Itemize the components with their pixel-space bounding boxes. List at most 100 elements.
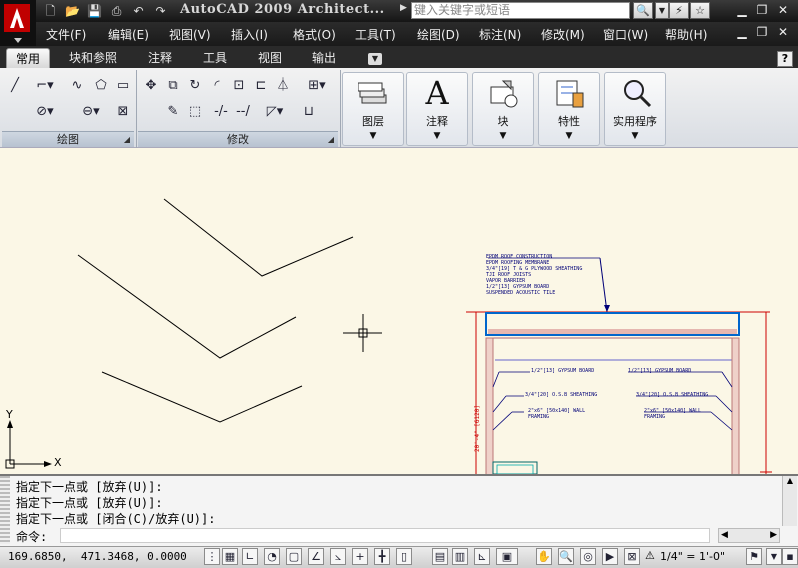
doc-close-icon[interactable]: ✕ bbox=[774, 24, 792, 41]
tab-tools[interactable]: 工具 bbox=[195, 48, 235, 68]
lineweight-icon[interactable]: ╋ bbox=[374, 548, 390, 565]
close-icon[interactable]: ✕ bbox=[774, 2, 792, 19]
tab-blocks-references[interactable]: 块和参照 bbox=[62, 48, 124, 68]
drawn-polyline[interactable] bbox=[163, 198, 354, 277]
command-hscrollbar[interactable]: ◀ ▶ bbox=[718, 528, 780, 543]
polyline-icon[interactable]: ⌐▾ bbox=[28, 76, 62, 96]
grid-display-icon[interactable]: ▦ bbox=[222, 548, 238, 565]
menu-draw[interactable]: 绘图(D) bbox=[417, 26, 460, 43]
ribbon-minimize-icon[interactable]: ▼ bbox=[368, 53, 382, 65]
search-expand-icon[interactable]: ▶ bbox=[400, 3, 407, 13]
trim-icon[interactable]: -/- bbox=[210, 102, 232, 122]
menu-modify[interactable]: 修改(M) bbox=[541, 26, 585, 43]
scroll-right-icon[interactable]: ▶ bbox=[770, 530, 777, 540]
new-file-icon[interactable]: 🗋 bbox=[42, 3, 59, 19]
restore-icon[interactable]: ❐ bbox=[753, 2, 771, 19]
open-file-icon[interactable]: 📂 bbox=[64, 3, 81, 19]
annotation-button[interactable]: A 注释 ▼ bbox=[406, 72, 468, 146]
dynamic-ucs-icon[interactable]: ⦣ bbox=[330, 548, 346, 565]
draw-panel-label[interactable]: 绘图 ◢ bbox=[2, 131, 134, 147]
quick-properties-icon[interactable]: ▯ bbox=[396, 548, 412, 565]
array-icon[interactable]: ⊞▾ bbox=[300, 76, 334, 96]
utilities-button[interactable]: 实用程序 ▼ bbox=[604, 72, 666, 146]
menu-insert[interactable]: 插入(I) bbox=[231, 26, 268, 43]
extend-icon[interactable]: --/ bbox=[232, 102, 254, 122]
explode-icon[interactable]: ⬚ bbox=[184, 102, 206, 122]
move-icon[interactable]: ✥ bbox=[140, 76, 162, 96]
doc-minimize-icon[interactable]: ▁ bbox=[733, 24, 751, 41]
steeringwheel-icon[interactable]: ◎ bbox=[580, 548, 596, 565]
search-dropdown-icon[interactable]: ▼ bbox=[655, 2, 669, 19]
redo-icon[interactable]: ↷ bbox=[152, 3, 169, 19]
line-icon[interactable]: ╱ bbox=[4, 76, 26, 96]
search-input[interactable]: 键入关键字或短语 bbox=[411, 2, 630, 19]
polar-tracking-icon[interactable]: ◔ bbox=[264, 548, 280, 565]
scroll-left-icon[interactable]: ◀ bbox=[721, 530, 728, 540]
doc-restore-icon[interactable]: ❐ bbox=[753, 24, 771, 41]
save-icon[interactable]: 💾 bbox=[86, 3, 103, 19]
hatch-icon[interactable]: ⊠ bbox=[112, 102, 134, 122]
layers-button[interactable]: 图层 ▼ bbox=[342, 72, 404, 146]
drawing-canvas[interactable]: EPDM ROOF CONSTRUCTION EPDM ROOFING MEMB… bbox=[0, 148, 798, 474]
snap-mode-icon[interactable]: ⋮ bbox=[204, 548, 220, 565]
tab-output[interactable]: 输出 bbox=[304, 48, 344, 68]
copy-icon[interactable]: ⧉ bbox=[162, 76, 184, 96]
properties-button[interactable]: 特性 ▼ bbox=[538, 72, 600, 146]
chevron-down-icon[interactable]: ▼ bbox=[766, 548, 782, 565]
menu-dimension[interactable]: 标注(N) bbox=[479, 26, 521, 43]
print-icon[interactable]: ⎙ bbox=[108, 3, 125, 19]
communication-center-icon[interactable]: ⚡ bbox=[669, 2, 689, 19]
chamfer-icon[interactable]: ◸▾ bbox=[258, 102, 292, 122]
showmotion-icon[interactable]: ▶ bbox=[602, 548, 618, 565]
panel-expand-icon[interactable]: ◢ bbox=[328, 132, 334, 148]
scroll-up-icon[interactable]: ▲ bbox=[783, 476, 797, 485]
erase-icon[interactable]: ✎ bbox=[162, 102, 184, 122]
layout2-icon[interactable]: ⊾ bbox=[474, 548, 490, 565]
drawn-polyline[interactable] bbox=[77, 254, 297, 359]
menu-format[interactable]: 格式(O) bbox=[293, 26, 336, 43]
pan-icon[interactable]: ✋ bbox=[536, 548, 552, 565]
tab-annotate[interactable]: 注释 bbox=[140, 48, 180, 68]
model-space-icon[interactable]: ▤ bbox=[432, 548, 448, 565]
polygon-icon[interactable]: ⬠ bbox=[90, 76, 112, 96]
circle-icon[interactable]: ⊘▾ bbox=[28, 102, 62, 122]
offset-icon[interactable]: ⊏ bbox=[250, 76, 272, 96]
otrack-icon[interactable]: ∠ bbox=[308, 548, 324, 565]
search-icon[interactable]: 🔍 bbox=[633, 2, 653, 19]
tab-home[interactable]: 常用 bbox=[6, 48, 50, 68]
annotation-scale-icon[interactable]: ⊠ bbox=[624, 548, 640, 565]
menu-help[interactable]: 帮助(H) bbox=[665, 26, 707, 43]
rotate-icon[interactable]: ↻ bbox=[184, 76, 206, 96]
drawn-polyline[interactable] bbox=[101, 371, 303, 423]
modify-panel-label[interactable]: 修改 ◢ bbox=[138, 131, 338, 147]
tab-view[interactable]: 视图 bbox=[250, 48, 290, 68]
minimize-icon[interactable]: ▁ bbox=[733, 2, 751, 19]
spline-icon[interactable]: ∿ bbox=[66, 76, 88, 96]
annotation-scale-value[interactable]: 1/4" = 1'-0" bbox=[660, 550, 725, 563]
zoom-icon[interactable]: 🔍 bbox=[558, 548, 574, 565]
application-menu-button[interactable] bbox=[0, 0, 36, 46]
block-button[interactable]: 块 ▼ bbox=[472, 72, 534, 146]
stretch-icon[interactable]: ⊡ bbox=[228, 76, 250, 96]
scale-icon[interactable]: ⊔ bbox=[298, 102, 320, 122]
ortho-mode-icon[interactable]: ∟ bbox=[242, 548, 258, 565]
menu-view[interactable]: 视图(V) bbox=[169, 26, 211, 43]
menu-file[interactable]: 文件(F) bbox=[46, 26, 86, 43]
help-button[interactable]: ? bbox=[777, 51, 793, 67]
command-input[interactable] bbox=[60, 528, 710, 543]
quick-view-icon[interactable]: ▣ bbox=[496, 548, 518, 565]
command-window-grip[interactable] bbox=[0, 476, 10, 544]
annotation-visibility-icon[interactable]: ⚑ bbox=[746, 548, 762, 565]
command-scrollbar[interactable]: ▲ bbox=[782, 476, 797, 526]
coordinate-readout[interactable]: 169.6850, 471.3468, 0.0000 bbox=[8, 550, 187, 563]
clean-screen-icon[interactable]: ▪ bbox=[782, 548, 798, 565]
rectangle-icon[interactable]: ▭ bbox=[112, 76, 134, 96]
panel-expand-icon[interactable]: ◢ bbox=[124, 132, 130, 148]
fillet-icon[interactable]: ◜ bbox=[206, 76, 228, 96]
layout1-icon[interactable]: ▥ bbox=[452, 548, 468, 565]
menu-edit[interactable]: 编辑(E) bbox=[108, 26, 149, 43]
dynamic-input-icon[interactable]: + bbox=[352, 548, 368, 565]
favorites-star-icon[interactable]: ☆ bbox=[690, 2, 710, 19]
undo-icon[interactable]: ↶ bbox=[130, 3, 147, 19]
mirror-icon[interactable]: ⏃ bbox=[272, 76, 294, 96]
